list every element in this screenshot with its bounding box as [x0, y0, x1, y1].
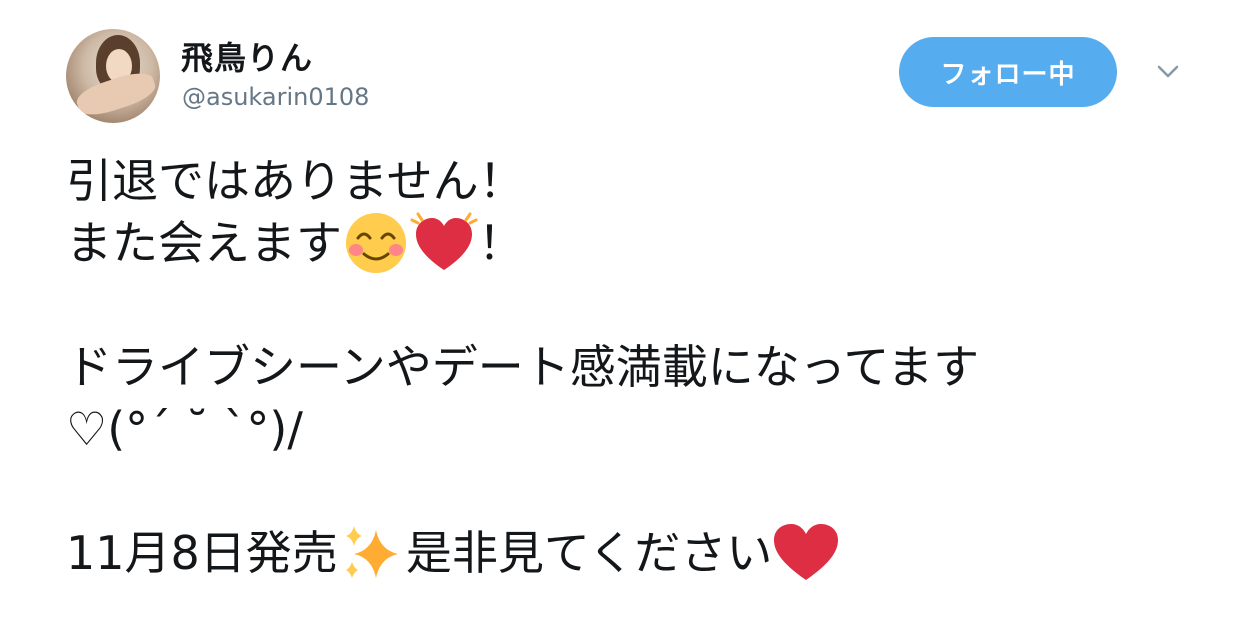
tweet-text-line4: ♡(°´ ˘ `°)/	[66, 402, 303, 456]
following-button[interactable]: フォロー中	[899, 37, 1117, 107]
beating-heart-icon	[410, 212, 478, 274]
display-name[interactable]: 飛鳥りん	[181, 33, 313, 79]
user-handle[interactable]: @asukarin0108	[182, 83, 369, 111]
chevron-down-icon[interactable]	[1156, 62, 1180, 82]
avatar[interactable]	[66, 29, 160, 123]
red-heart-icon	[772, 522, 840, 584]
tweet-text-line5-b: 是非見てください	[405, 526, 773, 580]
tweet-card: 飛鳥りん @asukarin0108 フォロー中 引退ではありません！ また会え…	[0, 0, 1254, 620]
tweet-text-line1: 引退ではありません！	[66, 154, 525, 208]
tweet-line: 引退ではありません！	[66, 150, 1226, 212]
tweet-text-line2-a: また会えます	[66, 216, 342, 270]
tweet-line: また会えます ！	[66, 212, 1226, 274]
tweet-text-line2-b: ！	[478, 216, 524, 270]
tweet-text: 引退ではありません！ また会えます ！ ドライブシーンやデート感満載になってます…	[66, 150, 1226, 584]
tweet-line: ♡(°´ ˘ `°)/	[66, 398, 1226, 460]
tweet-line: 11月8日発売 是非見てください	[66, 522, 1226, 584]
smiling-face-icon	[342, 212, 410, 274]
tweet-text-line3: ドライブシーンやデート感満載になってます	[66, 340, 980, 394]
tweet-line: ドライブシーンやデート感満載になってます	[66, 336, 1226, 398]
tweet-text-line5-a: 11月8日発売	[66, 526, 338, 580]
sparkles-icon	[338, 522, 406, 584]
